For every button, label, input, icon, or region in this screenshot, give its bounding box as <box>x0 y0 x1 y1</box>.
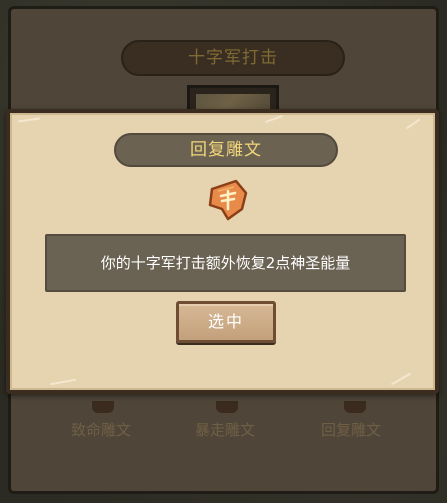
rune-label-recovery[interactable]: 回复雕文 <box>291 419 411 440</box>
rune-description: 你的十字军打击额外恢复2点神圣能量 <box>45 234 406 292</box>
rune-slot-left[interactable] <box>92 401 114 413</box>
rune-label-rampage[interactable]: 暴走雕文 <box>165 419 285 440</box>
rune-label-fatal[interactable]: 致命雕文 <box>41 419 161 440</box>
rune-glyph-icon <box>206 179 250 221</box>
background-title: 十字军打击 <box>121 40 345 76</box>
select-button[interactable]: 选中 <box>176 301 276 343</box>
decor-scratch <box>265 114 283 124</box>
rune-slot-right[interactable] <box>344 401 366 413</box>
modal-title: 回复雕文 <box>114 133 338 167</box>
decor-scratch <box>17 117 41 123</box>
rune-slot-middle[interactable] <box>216 401 238 413</box>
rune-detail-modal: 回复雕文 你的十字军打击额外恢复2点神圣能量 选中 <box>6 109 439 394</box>
decor-scratch <box>405 118 421 130</box>
decor-scratch <box>390 372 412 386</box>
decor-scratch <box>50 378 76 386</box>
